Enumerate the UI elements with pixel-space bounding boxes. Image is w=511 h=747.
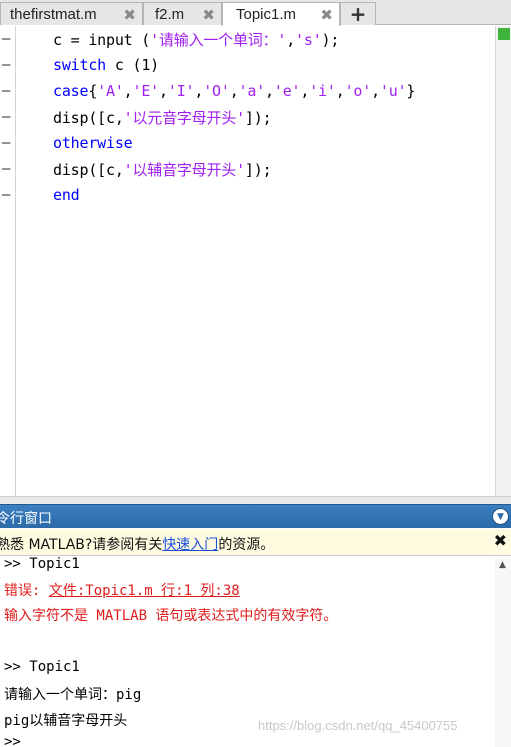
code-editor[interactable]: — c = input ('请输入一个单词：','s'); — switch c… (0, 26, 511, 496)
banner-text: 熟悉 MATLAB?请参阅有关快速入门的资源。 (0, 537, 275, 553)
code-analyzer-rail (495, 26, 511, 496)
code-line[interactable]: — c = input ('请输入一个单词：','s'); (0, 26, 495, 52)
code-line[interactable]: — switch c (1) (0, 52, 495, 78)
panel-menu-icon[interactable]: ▼ (492, 508, 509, 525)
add-tab-button[interactable]: + (340, 2, 376, 26)
code-line[interactable]: — end (0, 182, 495, 208)
output-line: pig以辅音字母开头 (4, 713, 128, 729)
breakpoint-marker[interactable]: — (2, 57, 10, 73)
output-line: 请输入一个单词：pig (4, 687, 142, 703)
code-text: c = input ('请输入一个单词：','s'); (53, 30, 340, 49)
quick-start-link[interactable]: 快速入门 (162, 537, 218, 553)
breakpoint-marker[interactable]: — (2, 161, 10, 177)
command-line: >> Topic1 (4, 659, 80, 675)
command-line: >> Topic1 (4, 556, 80, 572)
code-line[interactable]: — disp([c,'以辅音字母开头']); (0, 156, 495, 182)
close-icon[interactable]: ✖ (202, 6, 215, 24)
tab-thefirstmat[interactable]: thefirstmat.m ✖ (0, 2, 143, 25)
tab-f2[interactable]: f2.m ✖ (143, 2, 222, 25)
breakpoint-marker[interactable]: — (2, 187, 10, 203)
code-text: end (53, 186, 80, 204)
getting-started-banner: 熟悉 MATLAB?请参阅有关快速入门的资源。 ✖ (0, 529, 511, 556)
command-prompt[interactable]: >> (4, 734, 21, 747)
scrollbar[interactable] (495, 557, 511, 747)
code-analyzer-status-icon[interactable] (498, 28, 510, 40)
tab-label: Topic1.m (236, 6, 297, 23)
error-location-link[interactable]: 文件:Topic1.m 行:1 列:38 (49, 583, 240, 599)
command-window-titlebar: 令行窗口 ▼ (0, 504, 511, 528)
watermark-text: https://blog.csdn.net/qq_45400755 (258, 718, 458, 733)
code-text: switch c (1) (53, 56, 159, 74)
error-message: 输入字符不是 MATLAB 语句或表达式中的有效字符。 (4, 608, 338, 624)
close-icon[interactable]: ✖ (494, 531, 507, 550)
code-line[interactable]: — otherwise (0, 130, 495, 156)
tab-label: f2.m (155, 5, 185, 23)
editor-tab-bar: thefirstmat.m ✖ f2.m ✖ Topic1.m ✖ + (0, 0, 511, 26)
breakpoint-marker[interactable]: — (2, 83, 10, 99)
panel-splitter[interactable] (0, 496, 511, 504)
breakpoint-marker[interactable]: — (2, 135, 10, 151)
code-text: disp([c,'以元音字母开头']); (53, 108, 272, 127)
error-line: 错误: 文件:Topic1.m 行:1 列:38 (4, 583, 240, 599)
code-line[interactable]: — case{'A','E','I','O','a','e','i','o','… (0, 78, 495, 104)
tab-topic1[interactable]: Topic1.m ✖ (222, 2, 340, 26)
scroll-up-icon[interactable]: ▲ (499, 560, 506, 570)
code-line[interactable]: — disp([c,'以元音字母开头']); (0, 104, 495, 130)
code-text: otherwise (53, 134, 133, 152)
command-window-title: 令行窗口 (0, 511, 52, 527)
tab-label: thefirstmat.m (10, 5, 97, 23)
breakpoint-marker[interactable]: — (2, 31, 10, 47)
breakpoint-marker[interactable]: — (2, 109, 10, 125)
close-icon[interactable]: ✖ (320, 6, 333, 24)
close-icon[interactable]: ✖ (123, 6, 136, 24)
code-text: disp([c,'以辅音字母开头']); (53, 160, 272, 179)
code-text: case{'A','E','I','O','a','e','i','o','u'… (53, 82, 416, 100)
